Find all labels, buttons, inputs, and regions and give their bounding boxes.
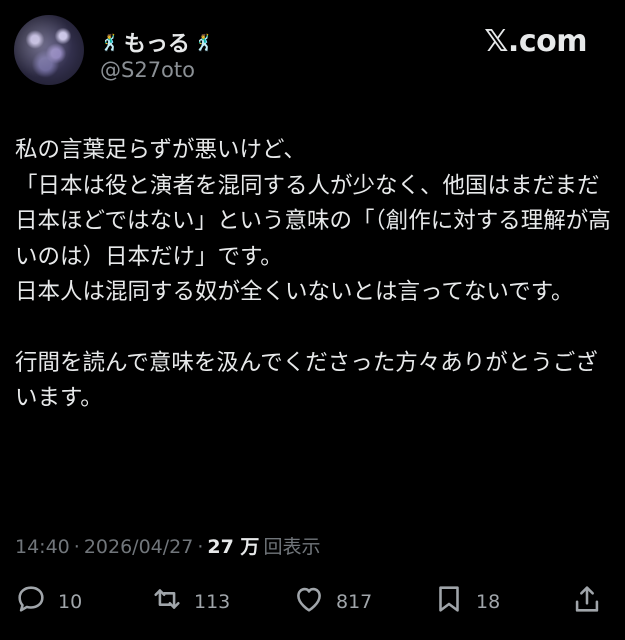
dancer-emoji-right: 🕺	[193, 32, 214, 52]
post-card: 🕺 もっる 🕺 @S27oto 𝕏.com 私の言葉足らずが悪いけど、 「日本は…	[0, 0, 625, 640]
repost-button[interactable]: 113	[150, 582, 230, 621]
like-button[interactable]: 817	[292, 582, 372, 621]
share-button[interactable]	[570, 582, 604, 621]
bookmark-icon	[432, 582, 466, 621]
post-time[interactable]: 14:40	[15, 536, 70, 558]
author-display-name[interactable]: もっる	[124, 26, 190, 58]
views-count: 27 万	[207, 536, 260, 558]
meta-separator: ·	[73, 536, 80, 558]
meta-separator: ·	[197, 536, 204, 558]
post-paragraph: 私の言葉足らずが悪いけど、	[15, 137, 306, 163]
share-icon	[570, 582, 604, 621]
author-name-row[interactable]: 🕺 もっる 🕺	[100, 26, 214, 58]
post-meta: 14:40 · 2026/04/27 · 27 万回表示	[15, 532, 320, 559]
author-handle[interactable]: @S27oto	[100, 58, 195, 82]
action-bar: 10 113 817 18	[0, 582, 625, 622]
like-count: 817	[336, 590, 373, 613]
post-paragraph: 日本人は混同する奴が全くいないとは言ってないです。	[15, 279, 574, 305]
avatar[interactable]	[14, 15, 84, 85]
post-date[interactable]: 2026/04/27	[84, 536, 194, 558]
bookmark-button[interactable]: 18	[432, 582, 500, 621]
post-text: 私の言葉足らずが悪いけど、 「日本は役と演者を混同する人が少なく、他国はまだまだ…	[15, 133, 615, 417]
repost-icon	[150, 582, 184, 621]
dancer-emoji-left: 🕺	[100, 32, 120, 52]
post-paragraph: 行間を読んで意味を汲んでくださった方々ありがとうございます。	[15, 349, 598, 412]
heart-icon	[292, 582, 326, 621]
reply-icon	[14, 582, 48, 621]
reply-button[interactable]: 10	[14, 582, 82, 621]
post-paragraph: 「日本は役と演者を混同する人が少なく、他国はまだまだ日本ほどではない」という意味…	[15, 172, 611, 270]
bookmark-count: 18	[476, 590, 501, 613]
x-logo: 𝕏.com	[484, 24, 587, 59]
reply-count: 10	[58, 590, 83, 613]
views-label: 回表示	[263, 536, 321, 558]
repost-count: 113	[194, 590, 231, 613]
